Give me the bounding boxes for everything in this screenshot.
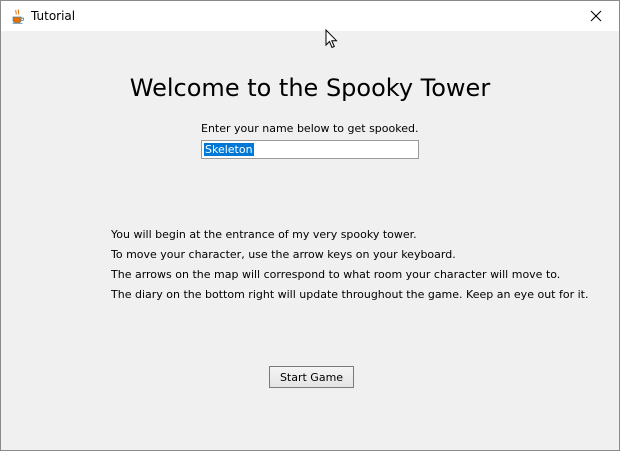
tutorial-window: Tutorial Welcome to the Spooky Tower Ent…: [0, 0, 620, 451]
page-title: Welcome to the Spooky Tower: [129, 74, 491, 102]
instruction-line: The diary on the bottom right will updat…: [111, 288, 589, 301]
instructions-list: You will begin at the entrance of my ver…: [111, 228, 588, 308]
start-game-button[interactable]: Start Game: [269, 366, 354, 388]
close-button[interactable]: [573, 1, 619, 31]
content-panel: Welcome to the Spooky Tower Enter your n…: [1, 31, 619, 450]
java-cup-icon: [12, 9, 25, 24]
instruction-line: You will begin at the entrance of my ver…: [111, 228, 417, 241]
name-input[interactable]: Skeleton: [201, 140, 419, 159]
name-prompt-label: Enter your name below to get spooked.: [201, 122, 419, 135]
name-input-value: Skeleton: [204, 143, 254, 156]
mouse-cursor-icon: [325, 29, 338, 49]
window-title: Tutorial: [31, 9, 76, 23]
title-bar[interactable]: Tutorial: [1, 1, 619, 31]
instruction-line: The arrows on the map will correspond to…: [111, 268, 561, 281]
close-icon: [590, 10, 602, 22]
instruction-line: To move your character, use the arrow ke…: [111, 248, 456, 261]
